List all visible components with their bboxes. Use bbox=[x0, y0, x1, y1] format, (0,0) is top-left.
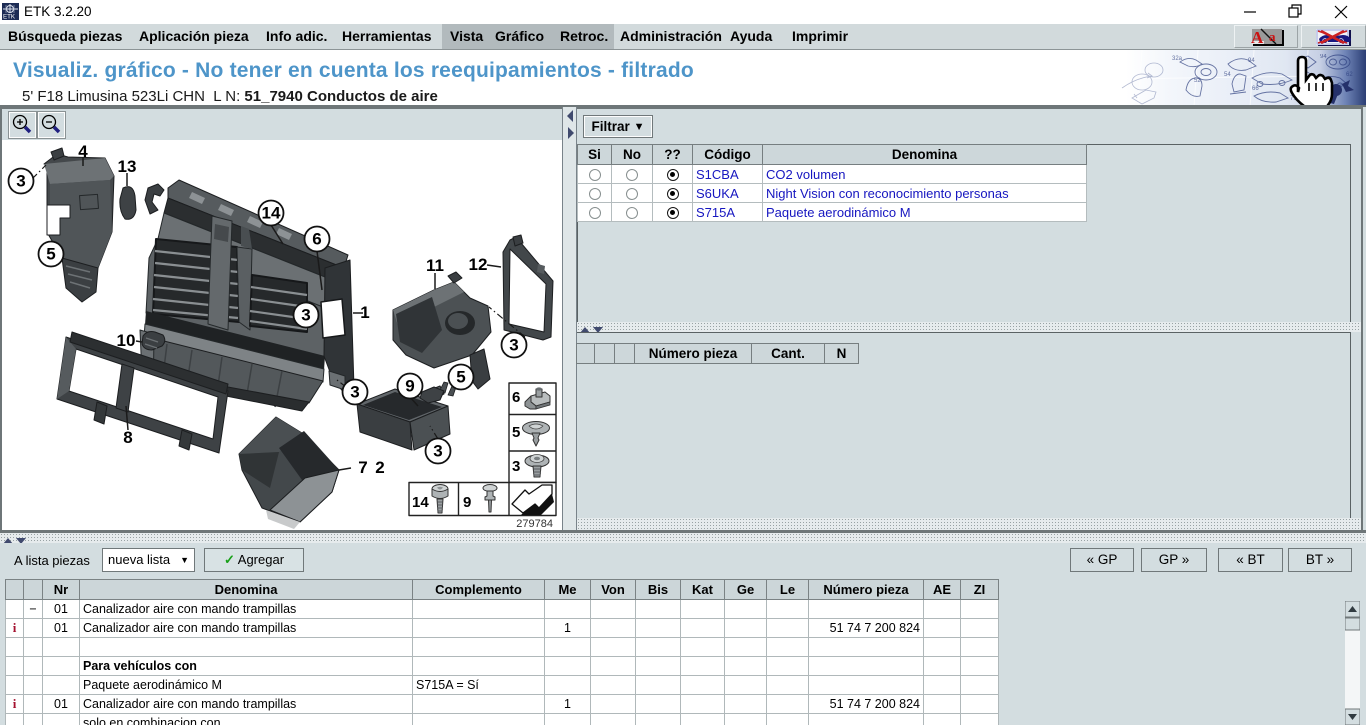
svg-text:14: 14 bbox=[412, 494, 429, 511]
svg-text:3: 3 bbox=[433, 442, 442, 461]
svg-text:3: 3 bbox=[509, 336, 518, 355]
svg-text:2: 2 bbox=[375, 458, 384, 477]
svg-text:5: 5 bbox=[512, 424, 520, 441]
svg-text:94: 94 bbox=[1248, 58, 1255, 64]
svg-text:3: 3 bbox=[350, 383, 359, 402]
svg-text:13: 13 bbox=[118, 157, 137, 176]
svg-text:9: 9 bbox=[463, 494, 471, 511]
svg-text:1: 1 bbox=[360, 303, 369, 322]
svg-text:5: 5 bbox=[46, 245, 55, 264]
svg-text:9: 9 bbox=[405, 377, 414, 396]
svg-text:ETK: ETK bbox=[3, 14, 16, 21]
svg-text:94: 94 bbox=[1320, 54, 1327, 60]
svg-text:a: a bbox=[1269, 29, 1276, 44]
svg-text:7: 7 bbox=[358, 458, 367, 477]
svg-text:3: 3 bbox=[512, 458, 520, 475]
svg-text:14: 14 bbox=[262, 204, 281, 223]
svg-text:52: 52 bbox=[1194, 78, 1201, 84]
svg-text:8: 8 bbox=[123, 428, 132, 447]
svg-text:12: 12 bbox=[469, 255, 488, 274]
svg-text:54: 54 bbox=[1224, 72, 1231, 78]
svg-text:A: A bbox=[1251, 28, 1264, 47]
svg-text:66: 66 bbox=[1252, 86, 1259, 92]
svg-text:6: 6 bbox=[512, 389, 520, 406]
svg-text:32a: 32a bbox=[1172, 56, 1183, 62]
svg-text:6: 6 bbox=[312, 230, 321, 249]
svg-text:3: 3 bbox=[301, 306, 310, 325]
svg-text:3: 3 bbox=[16, 172, 25, 191]
svg-text:279784: 279784 bbox=[516, 518, 553, 530]
svg-text:11: 11 bbox=[426, 256, 444, 275]
svg-text:5: 5 bbox=[456, 368, 465, 387]
svg-text:62: 62 bbox=[1346, 72, 1353, 78]
svg-text:4: 4 bbox=[78, 142, 88, 161]
svg-text:10: 10 bbox=[117, 331, 136, 350]
